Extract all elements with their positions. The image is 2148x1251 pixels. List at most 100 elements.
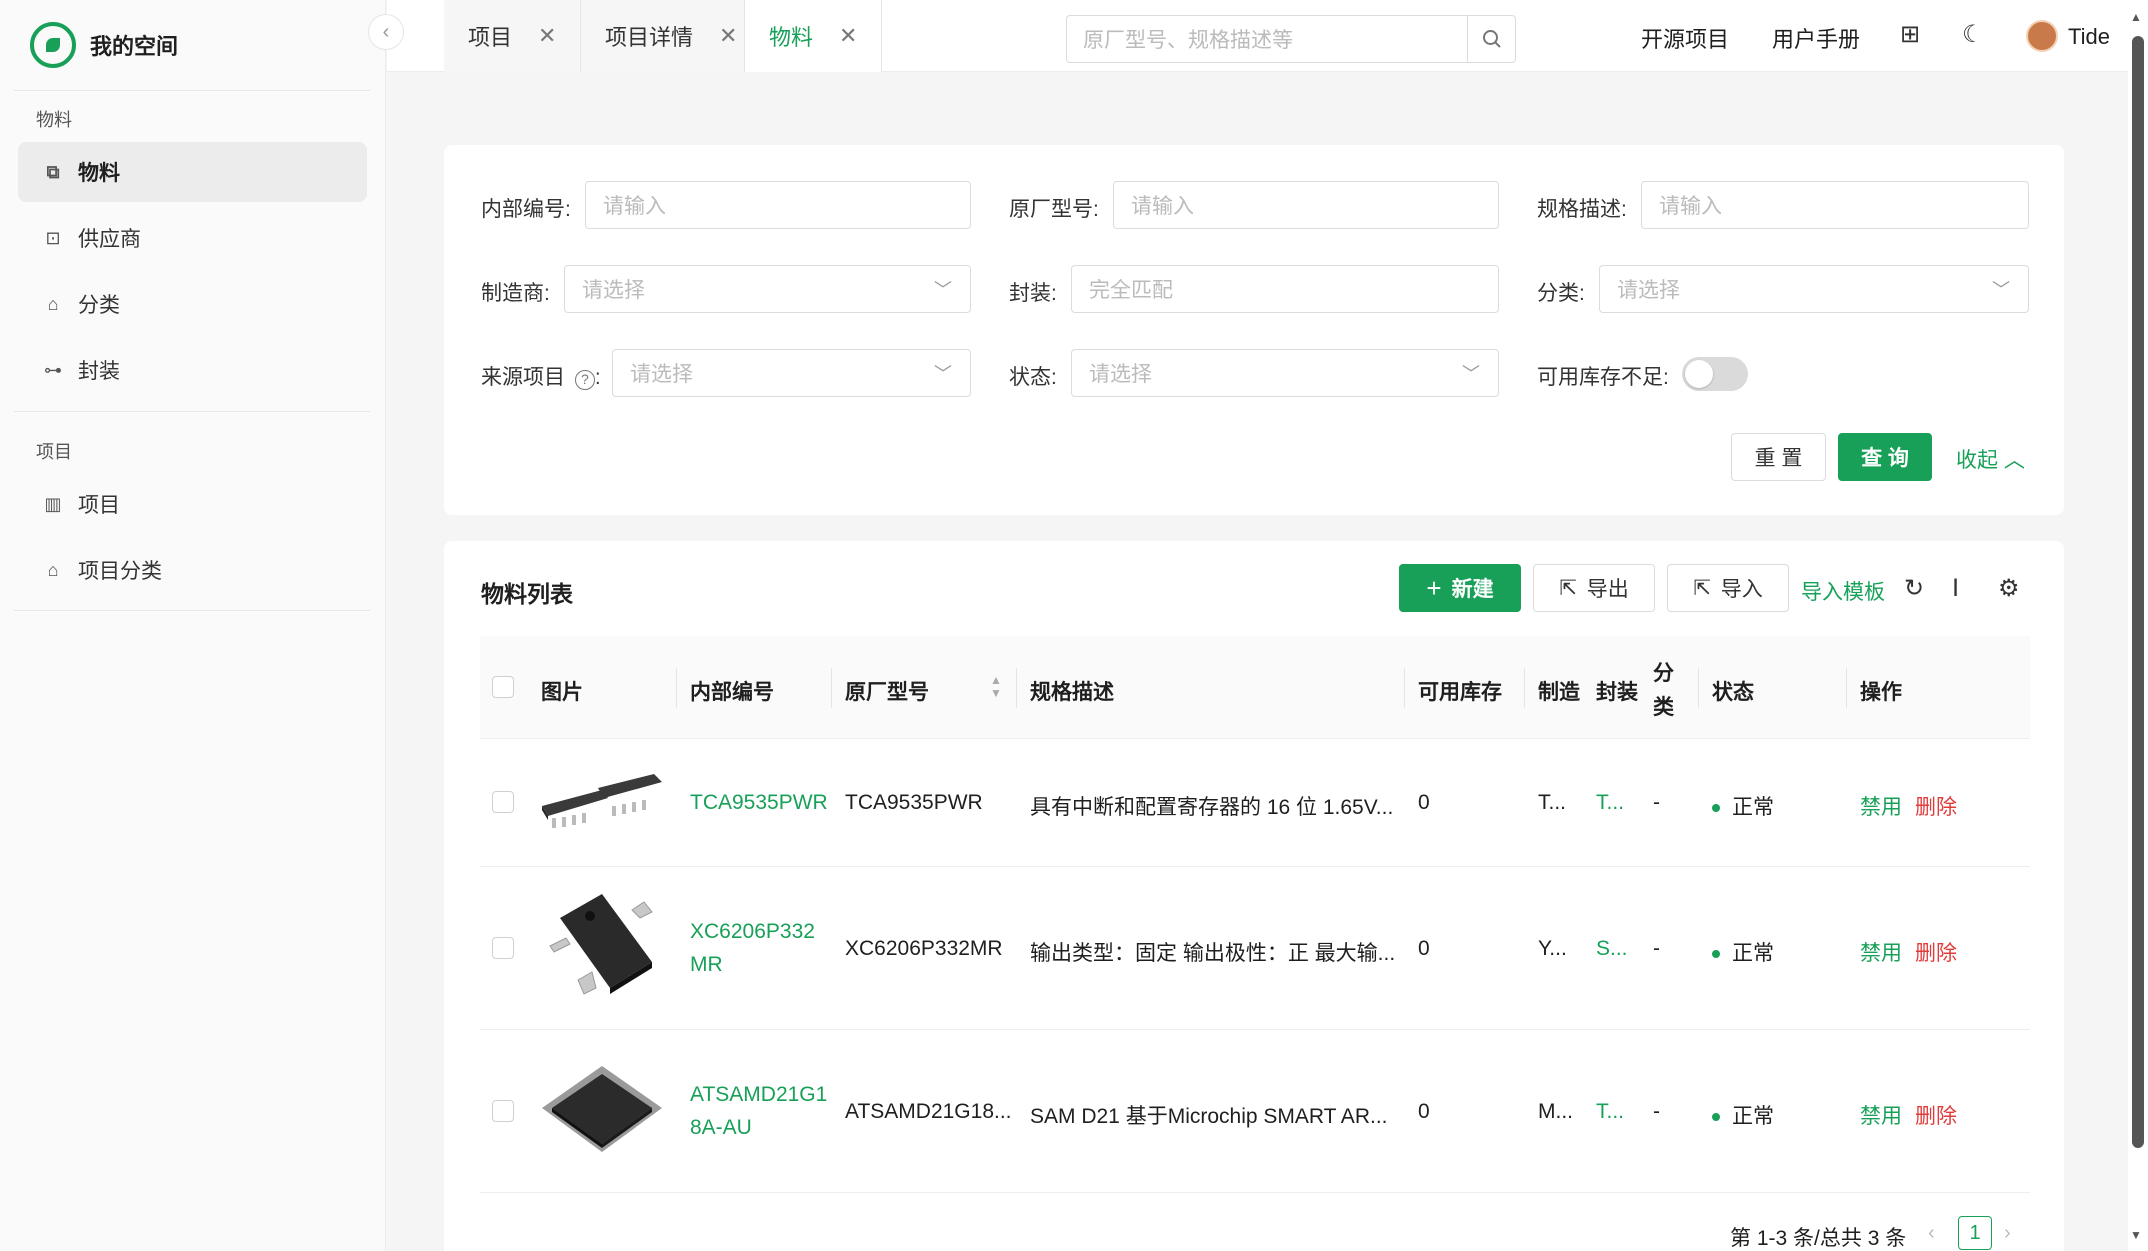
sidebar-item-supplier[interactable]: ⊡ 供应商 [18, 208, 367, 268]
package-icon: ⊶ [44, 359, 62, 380]
category-select[interactable]: 请选择 ﹀ [1599, 265, 2029, 313]
internal-no-link-line2[interactable]: 8A-AU [690, 1116, 752, 1140]
close-icon[interactable]: ✕ [839, 23, 857, 49]
project-icon: ▥ [44, 493, 62, 514]
internal-no-link[interactable]: XC6206P332 [690, 920, 815, 944]
close-icon[interactable]: ✕ [719, 23, 737, 49]
select-all-checkbox[interactable] [492, 676, 514, 698]
spec-cell: 具有中断和配置寄存器的 16 位 1.65V... [1030, 796, 1394, 819]
page-number-current[interactable]: 1 [1958, 1216, 1992, 1250]
import-template-link[interactable]: 导入模板 [1801, 576, 1885, 606]
sidebar-item-label: 项目 [78, 494, 120, 517]
source-project-select[interactable]: 请选择 ﹀ [612, 349, 971, 397]
query-button[interactable]: 查 询 [1838, 433, 1932, 481]
status-dot-icon [1712, 1113, 1720, 1122]
col-mpn[interactable]: 原厂型号 [845, 676, 929, 706]
settings-icon[interactable]: ⚙ [1998, 574, 2020, 603]
row-checkbox[interactable] [492, 1100, 514, 1122]
density-icon[interactable]: Ⅰ [1952, 574, 1959, 603]
status-badge: 正常 [1712, 937, 1774, 967]
reset-button[interactable]: 重 置 [1731, 433, 1826, 481]
collapse-filter-link[interactable]: 收起 ︿ [1956, 444, 2025, 474]
status-dot-icon [1712, 950, 1720, 959]
package-label: 封装: [1009, 282, 1057, 305]
stock-cell: 0 [1418, 1100, 1430, 1123]
package-link[interactable]: T... [1596, 791, 1624, 815]
status-label: 状态: [1009, 366, 1057, 389]
dark-mode-icon[interactable]: ☾ [1962, 20, 1984, 49]
delete-button[interactable]: 删除 [1915, 791, 1957, 821]
row-divider [480, 866, 2030, 867]
col-image: 图片 [541, 681, 583, 704]
sot23-chip-image[interactable] [540, 888, 664, 1004]
column-divider [1016, 668, 1017, 708]
search-input[interactable]: 原厂型号、规格描述等 [1067, 24, 1467, 54]
sidebar-item-package[interactable]: ⊶ 封装 [18, 340, 367, 400]
column-divider [1404, 668, 1405, 708]
sidebar-item-material[interactable]: ⧉ 物料 [18, 142, 367, 202]
sidebar-divider [14, 610, 370, 611]
internal-no-input[interactable]: 请输入 [585, 181, 971, 229]
avatar[interactable] [2026, 20, 2058, 52]
col-internal-no: 内部编号 [690, 681, 774, 704]
username[interactable]: Tide [2068, 24, 2110, 50]
tab-project[interactable]: 项目 ✕ [444, 0, 581, 72]
list-title: 物料列表 [481, 581, 573, 607]
open-source-link[interactable]: 开源项目 [1641, 22, 1729, 54]
user-manual-link[interactable]: 用户手册 [1772, 22, 1860, 54]
import-button[interactable]: ⇱ 导入 [1667, 564, 1789, 612]
logo-icon [30, 22, 76, 68]
sidebar-group-material: 物料 [36, 110, 72, 130]
mpn-cell: XC6206P332MR [845, 937, 1003, 960]
disable-button[interactable]: 禁用 [1860, 791, 1902, 821]
language-icon[interactable]: ⊞ [1900, 20, 1920, 49]
disable-button[interactable]: 禁用 [1860, 937, 1902, 967]
help-icon[interactable]: ? [574, 370, 595, 390]
supplier-icon: ⊡ [45, 227, 61, 248]
package-link[interactable]: T... [1596, 1100, 1624, 1124]
refresh-icon[interactable]: ↻ [1904, 574, 1924, 603]
delete-button[interactable]: 删除 [1915, 1100, 1957, 1130]
scrollbar-thumb[interactable] [2132, 36, 2144, 1148]
export-button[interactable]: ⇱ 导出 [1533, 564, 1655, 612]
search-button[interactable] [1467, 16, 1515, 62]
tab-material[interactable]: 物料 ✕ [745, 0, 882, 72]
next-page-icon[interactable]: › [2004, 1222, 2011, 1245]
disable-button[interactable]: 禁用 [1860, 1100, 1902, 1130]
sidebar-collapse-button[interactable]: ‹ [368, 14, 404, 50]
sidebar-item-category[interactable]: ⌂ 分类 [18, 274, 367, 334]
new-button[interactable]: + 新建 [1399, 564, 1521, 612]
spec-input[interactable]: 请输入 [1641, 181, 2029, 229]
chevron-down-icon: ﹀ [934, 364, 952, 384]
package-link[interactable]: S... [1596, 937, 1628, 961]
plus-icon: + [1426, 572, 1442, 603]
tssop-chip-image[interactable] [538, 768, 666, 836]
low-stock-toggle[interactable] [1682, 357, 1748, 391]
col-spec: 规格描述 [1030, 681, 1114, 704]
internal-no-link[interactable]: TCA9535PWR [690, 791, 828, 815]
app-logo[interactable]: 我的空间 [30, 20, 178, 70]
close-icon[interactable]: ✕ [538, 23, 556, 49]
status-select[interactable]: 请选择 ﹀ [1071, 349, 1499, 397]
project-category-icon: ⌂ [47, 559, 59, 580]
sidebar-item-project[interactable]: ▥ 项目 [18, 474, 367, 534]
low-stock-label: 可用库存不足: [1537, 366, 1669, 389]
sort-icon[interactable]: ▲ ▼ [990, 674, 1002, 700]
mpn-cell: ATSAMD21G18... [845, 1100, 1012, 1123]
tqfp-chip-image[interactable] [538, 1060, 666, 1158]
delete-button[interactable]: 删除 [1915, 937, 1957, 967]
row-checkbox[interactable] [492, 937, 514, 959]
scroll-up-icon[interactable]: ▲ [2130, 10, 2142, 24]
prev-page-icon[interactable]: ‹ [1928, 1222, 1935, 1245]
global-search[interactable]: 原厂型号、规格描述等 [1066, 15, 1516, 63]
internal-no-link[interactable]: ATSAMD21G1 [690, 1083, 827, 1107]
manufacturer-select[interactable]: 请选择 ﹀ [564, 265, 971, 313]
tab-project-detail[interactable]: 项目详情 ✕ [581, 0, 745, 72]
scroll-down-icon[interactable]: ▼ [2130, 1228, 2142, 1242]
package-input[interactable]: 完全匹配 [1071, 265, 1499, 313]
mpn-input[interactable]: 请输入 [1113, 181, 1499, 229]
material-icon: ⧉ [46, 161, 60, 182]
row-checkbox[interactable] [492, 791, 514, 813]
internal-no-link-line2[interactable]: MR [690, 953, 723, 977]
sidebar-item-project-category[interactable]: ⌂ 项目分类 [18, 540, 367, 600]
